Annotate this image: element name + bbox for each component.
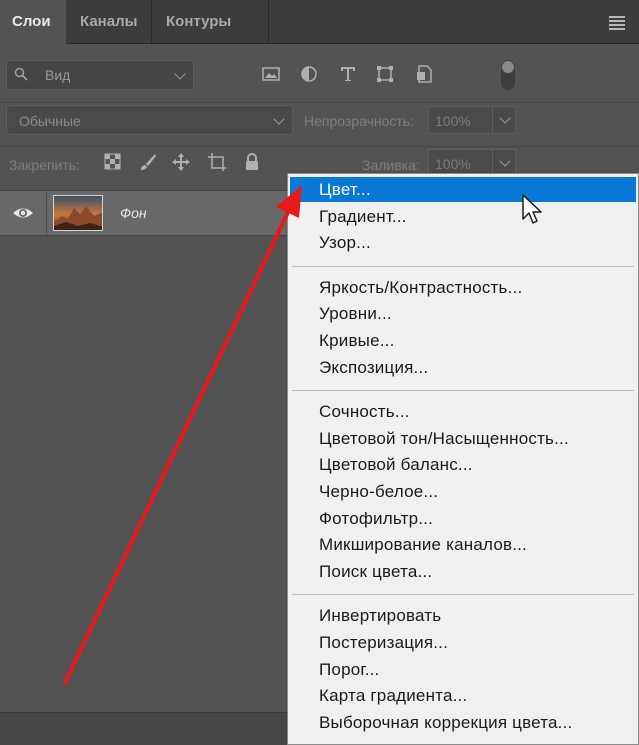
menu-item[interactable]: Выборочная коррекция цвета... xyxy=(288,710,638,735)
panel-tab-bar: Слои Каналы Контуры xyxy=(0,0,639,44)
menu-item[interactable]: Поиск цвета... xyxy=(288,559,638,584)
chevron-down-icon xyxy=(499,155,511,167)
menu-item[interactable]: Инвертировать xyxy=(288,603,638,628)
menu-item[interactable]: Узор... xyxy=(288,230,638,255)
mouse-cursor-icon xyxy=(522,194,542,224)
chevron-down-icon xyxy=(499,112,511,124)
menu-item[interactable]: Черно-белое... xyxy=(288,479,638,504)
menu-separator xyxy=(292,390,634,392)
panel-menu-icon[interactable] xyxy=(609,16,625,30)
fill-value: 100% xyxy=(435,156,471,172)
chevron-down-icon xyxy=(174,68,186,80)
menu-item[interactable]: Цветовой баланс... xyxy=(288,452,638,477)
shape-filter-icon[interactable] xyxy=(375,64,395,84)
menu-item[interactable]: Цвет... xyxy=(290,177,636,202)
lock-brush-icon[interactable] xyxy=(138,152,158,172)
lock-transparent-icon[interactable] xyxy=(103,152,123,172)
opacity-value: 100% xyxy=(435,113,471,129)
layer-thumbnail xyxy=(53,195,103,231)
menu-item[interactable]: Уровни... xyxy=(288,301,638,326)
search-icon xyxy=(14,67,28,81)
adjustment-filter-icon[interactable] xyxy=(299,64,319,84)
filter-type-value: Вид xyxy=(45,67,71,83)
tab-channels[interactable]: Каналы xyxy=(68,0,152,44)
menu-item[interactable]: Цветовой тон/Насыщенность... xyxy=(288,426,638,451)
menu-item[interactable]: Кривые... xyxy=(288,328,638,353)
blend-mode-select[interactable]: Обычные xyxy=(6,105,293,135)
menu-item[interactable]: Порог... xyxy=(288,657,638,682)
smart-object-filter-icon[interactable] xyxy=(414,64,434,84)
filter-row: Вид xyxy=(0,58,639,94)
fill-label: Заливка: xyxy=(362,157,420,173)
menu-item[interactable]: Фотофильтр... xyxy=(288,506,638,531)
menu-separator xyxy=(292,594,634,596)
blend-mode-value: Обычные xyxy=(19,113,81,129)
menu-item[interactable]: Сочность... xyxy=(288,399,638,424)
lock-all-icon[interactable] xyxy=(242,152,262,172)
visibility-eye-icon[interactable] xyxy=(12,204,34,222)
menu-item[interactable]: Градиент... xyxy=(288,204,638,229)
lock-move-icon[interactable] xyxy=(171,152,191,172)
menu-item[interactable]: Карта градиента... xyxy=(288,683,638,708)
filter-toggle[interactable] xyxy=(501,60,515,90)
chevron-down-icon xyxy=(273,113,285,125)
menu-item[interactable]: Экспозиция... xyxy=(288,355,638,380)
opacity-field[interactable]: 100% xyxy=(428,106,516,134)
blend-row: Обычные Непрозрачность: 100% xyxy=(0,102,639,138)
filter-type-select[interactable]: Вид xyxy=(6,60,194,90)
opacity-label: Непрозрачность: xyxy=(304,113,414,129)
tab-layers[interactable]: Слои xyxy=(0,0,66,44)
menu-item[interactable]: Постеризация... xyxy=(288,630,638,655)
type-filter-icon[interactable] xyxy=(338,64,358,84)
adjustment-layer-menu: Цвет... Градиент... Узор... Яркость/Контрас… xyxy=(287,173,639,745)
menu-separator xyxy=(292,265,634,267)
layer-name[interactable]: Фон xyxy=(120,205,147,221)
lock-label: Закрепить: xyxy=(9,157,80,173)
menu-item[interactable]: Микширование каналов... xyxy=(288,532,638,557)
image-filter-icon[interactable] xyxy=(261,64,281,84)
tab-paths[interactable]: Контуры xyxy=(154,0,269,44)
lock-artboard-icon[interactable] xyxy=(207,152,227,172)
menu-item[interactable]: Яркость/Контрастность... xyxy=(288,275,638,300)
